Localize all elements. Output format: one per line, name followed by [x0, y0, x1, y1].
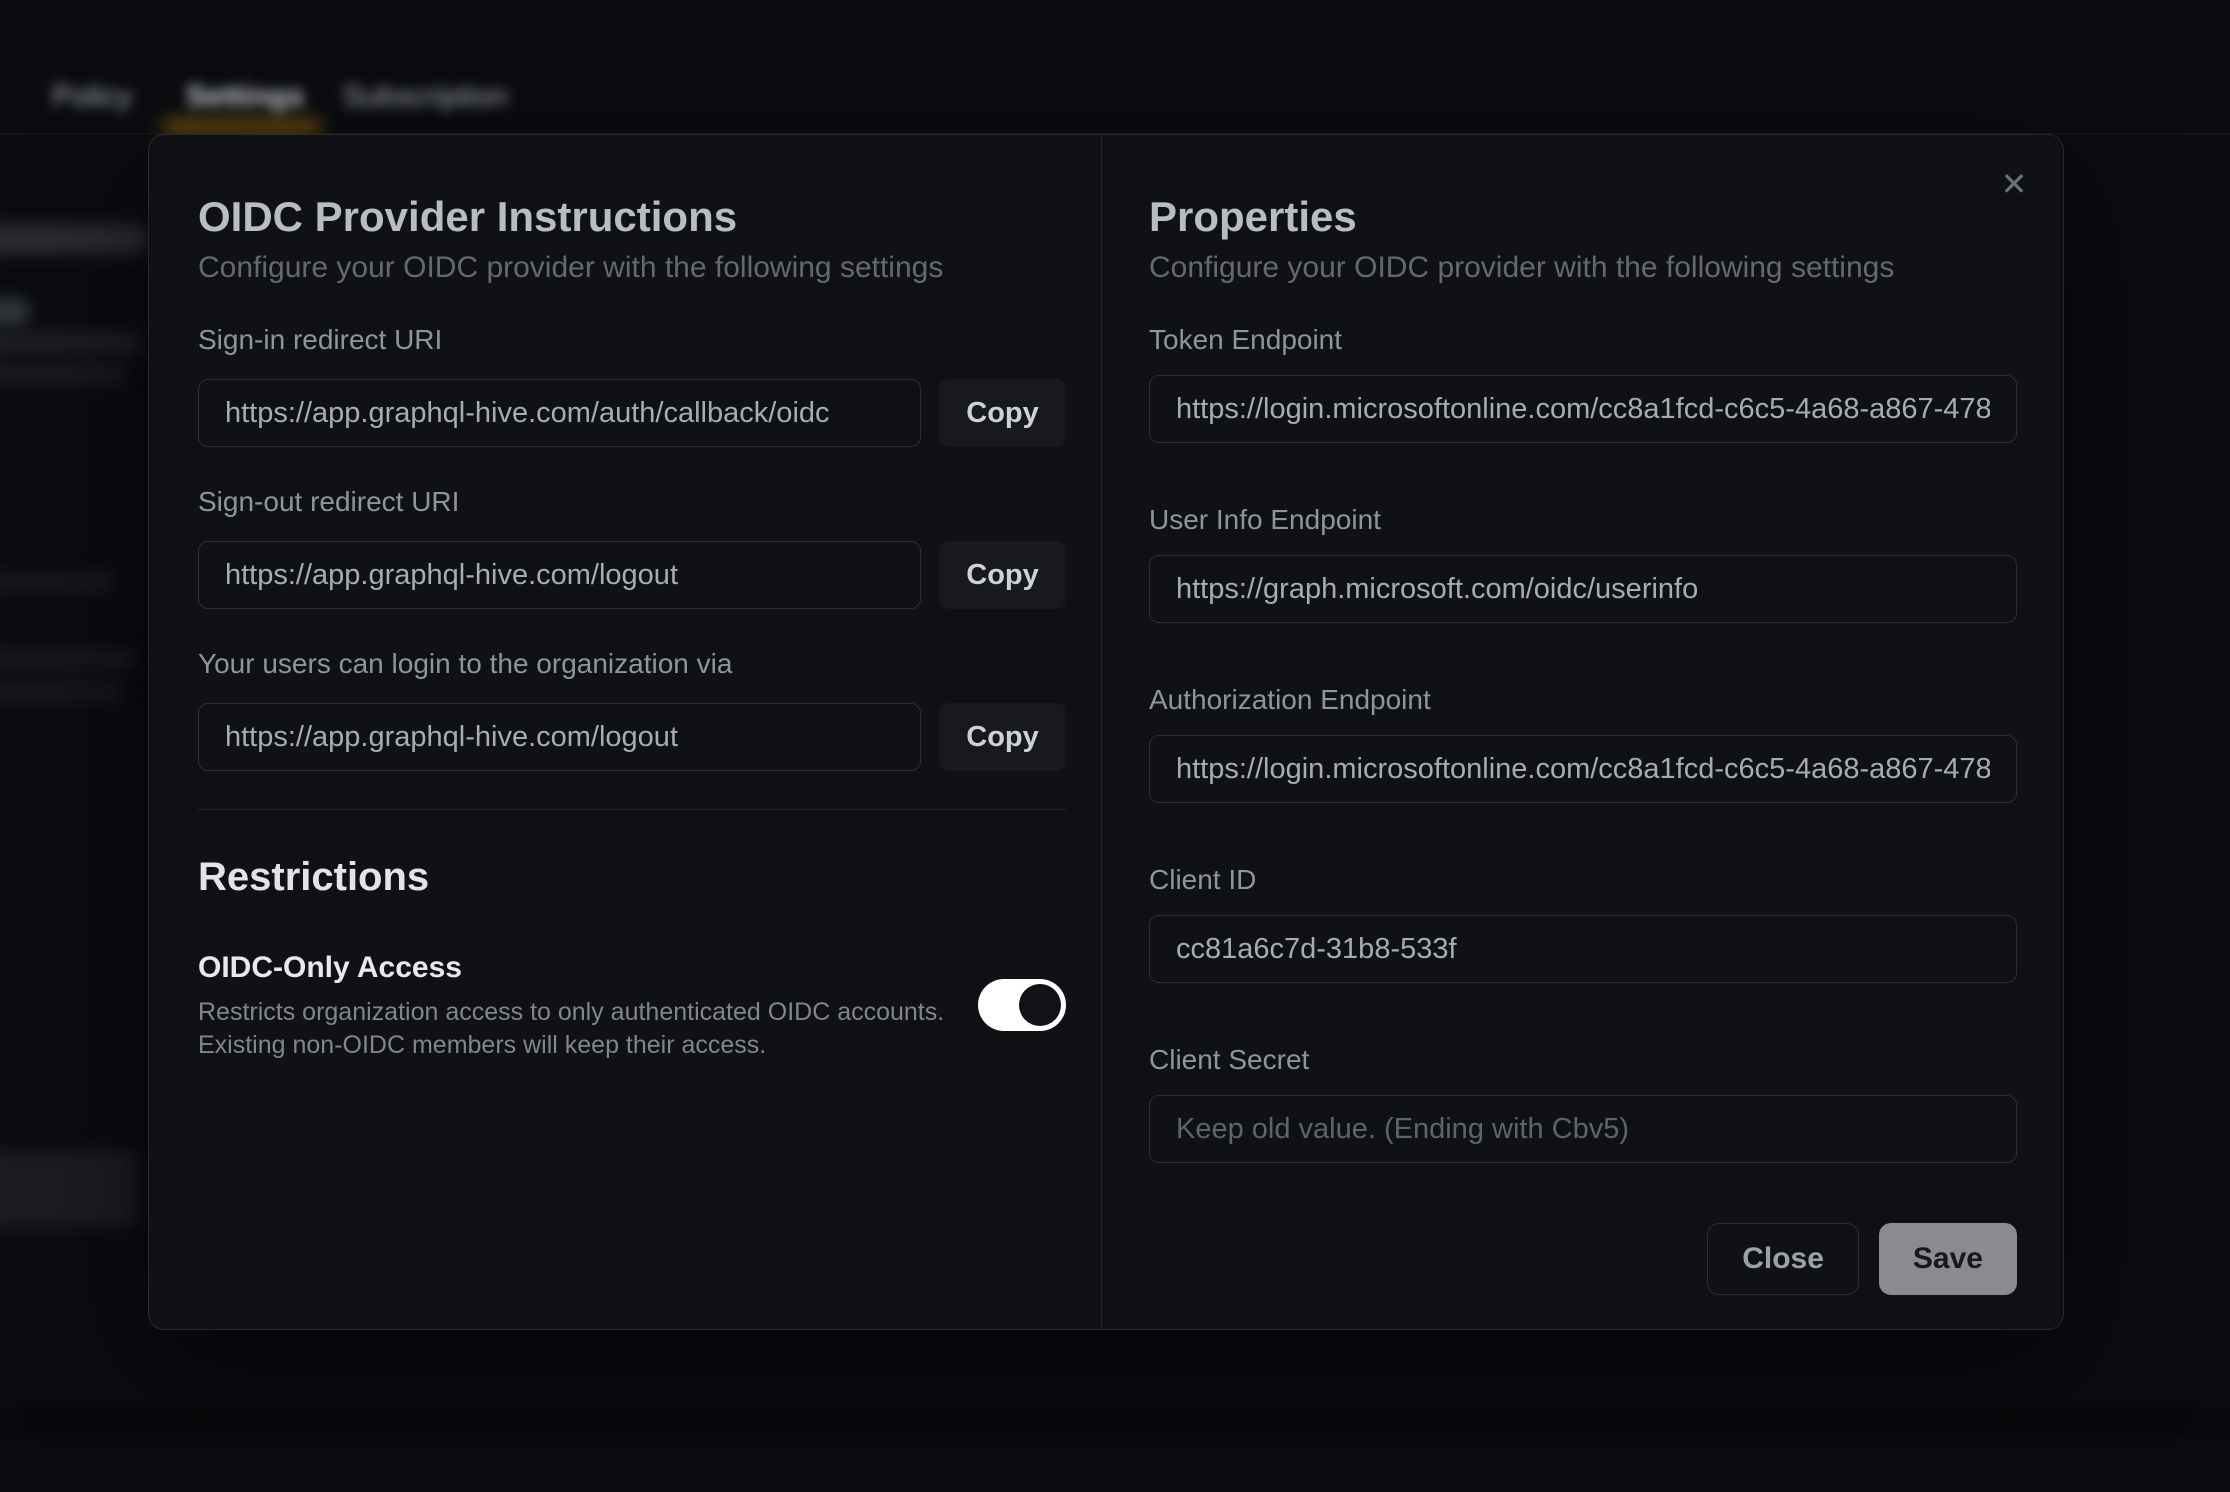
client-id-label: Client ID [1149, 863, 2017, 897]
page-background: Policy Settings Subscription ✕ OIDC Prov… [0, 0, 2230, 1492]
user-info-endpoint-input[interactable] [1149, 555, 2017, 623]
tab-subscription[interactable]: Subscription [340, 74, 510, 120]
client-secret-label: Client Secret [1149, 1043, 2017, 1077]
properties-subtitle: Configure your OIDC provider with the fo… [1149, 249, 2017, 287]
blurred-background-text [0, 648, 135, 670]
oidc-only-access-description-line2: Existing non-OIDC members will keep thei… [198, 1029, 958, 1062]
client-secret-input[interactable] [1149, 1095, 2017, 1163]
authorization-endpoint-label: Authorization Endpoint [1149, 683, 2017, 717]
client-secret-row [1149, 1095, 2017, 1163]
organization-login-uri-label: Your users can login to the organization… [198, 647, 1066, 681]
copy-sign-out-uri-button[interactable]: Copy [939, 541, 1066, 609]
blurred-background-dot [0, 298, 30, 326]
sign-out-redirect-uri-input[interactable] [198, 541, 921, 609]
client-id-row [1149, 915, 2017, 983]
user-info-endpoint-row [1149, 555, 2017, 623]
authorization-endpoint-input[interactable] [1149, 735, 2017, 803]
tab-bar: Policy Settings Subscription [0, 0, 2230, 134]
oidc-settings-dialog: ✕ OIDC Provider Instructions Configure y… [148, 134, 2064, 1330]
oidc-only-access-row: OIDC-Only Access Restricts organization … [198, 948, 1066, 1062]
toggle-thumb [1019, 984, 1061, 1026]
sign-in-redirect-uri-input[interactable] [198, 379, 921, 447]
properties-section: Properties Configure your OIDC provider … [1149, 135, 2017, 1295]
blurred-background-text [0, 572, 115, 592]
token-endpoint-input[interactable] [1149, 375, 2017, 443]
client-id-input[interactable] [1149, 915, 2017, 983]
organization-login-uri-row: Copy [198, 703, 1066, 771]
column-divider [1101, 135, 1102, 1329]
oidc-only-access-description-line1: Restricts organization access to only au… [198, 996, 958, 1029]
user-info-endpoint-label: User Info Endpoint [1149, 503, 2017, 537]
organization-login-uri-input[interactable] [198, 703, 921, 771]
sign-out-redirect-uri-row: Copy [198, 541, 1066, 609]
blurred-background-text [0, 682, 123, 702]
oidc-only-access-label: OIDC-Only Access [198, 948, 958, 988]
sign-in-redirect-uri-label: Sign-in redirect URI [198, 323, 1066, 357]
blurred-background-text [0, 364, 127, 384]
token-endpoint-row [1149, 375, 2017, 443]
blurred-background-button [0, 1150, 137, 1228]
background-footer-band [0, 1408, 2230, 1436]
restrictions-title: Restrictions [198, 852, 1066, 902]
oidc-only-access-toggle[interactable] [978, 979, 1066, 1031]
dialog-footer: Close Save [1149, 1223, 2017, 1295]
instructions-title: OIDC Provider Instructions [198, 191, 1066, 243]
save-button[interactable]: Save [1879, 1223, 2017, 1295]
authorization-endpoint-row [1149, 735, 2017, 803]
blurred-background-text [0, 224, 147, 254]
instructions-subtitle: Configure your OIDC provider with the fo… [198, 249, 1066, 287]
close-button[interactable]: Close [1707, 1223, 1859, 1295]
oidc-only-access-text: OIDC-Only Access Restricts organization … [198, 948, 958, 1062]
copy-sign-in-uri-button[interactable]: Copy [939, 379, 1066, 447]
active-tab-indicator [162, 120, 322, 133]
section-divider [198, 809, 1066, 810]
properties-title: Properties [1149, 191, 2017, 243]
tab-policy[interactable]: Policy [42, 74, 142, 120]
tab-settings[interactable]: Settings [180, 74, 310, 120]
sign-in-redirect-uri-row: Copy [198, 379, 1066, 447]
blurred-background-text [0, 332, 141, 354]
token-endpoint-label: Token Endpoint [1149, 323, 2017, 357]
oidc-provider-instructions-section: OIDC Provider Instructions Configure you… [198, 135, 1066, 1062]
copy-login-uri-button[interactable]: Copy [939, 703, 1066, 771]
sign-out-redirect-uri-label: Sign-out redirect URI [198, 485, 1066, 519]
